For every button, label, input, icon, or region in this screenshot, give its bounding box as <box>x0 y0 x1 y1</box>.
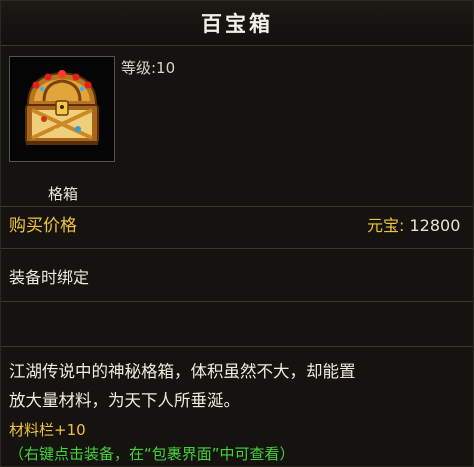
item-icon-frame <box>9 56 115 162</box>
item-description: 江湖传说中的神秘格箱，体积虽然不大，却能置 放大量材料，为天下人所垂涎。 <box>9 357 469 415</box>
price-amount: 12800 <box>409 216 461 235</box>
item-level: 等级:10 <box>121 59 176 77</box>
currency-label: 元宝: <box>367 216 405 235</box>
description-line: 放大量材料，为天下人所垂涎。 <box>9 391 240 410</box>
item-bonus: 材料栏+10 <box>9 421 86 439</box>
divider <box>1 248 473 249</box>
item-title: 百宝箱 <box>201 11 273 36</box>
item-tooltip: 百宝箱 等级:10 格箱 购买价格 元宝: 12800 装备时绑定 江湖传说中的… <box>0 0 474 467</box>
item-type-label: 格箱 <box>48 185 79 203</box>
bind-on-equip-text: 装备时绑定 <box>9 268 90 287</box>
treasure-chest-icon <box>25 70 99 145</box>
price-value: 元宝: 12800 <box>367 212 460 236</box>
usage-hint: （右键点击装备，在“包裹界面”中可查看） <box>9 445 295 463</box>
tooltip-title-bar: 百宝箱 <box>1 1 473 46</box>
buy-price-label: 购买价格 <box>9 216 77 236</box>
divider <box>1 206 473 207</box>
description-line: 江湖传说中的神秘格箱，体积虽然不大，却能置 <box>9 362 356 381</box>
divider <box>1 346 473 347</box>
divider <box>1 301 473 302</box>
